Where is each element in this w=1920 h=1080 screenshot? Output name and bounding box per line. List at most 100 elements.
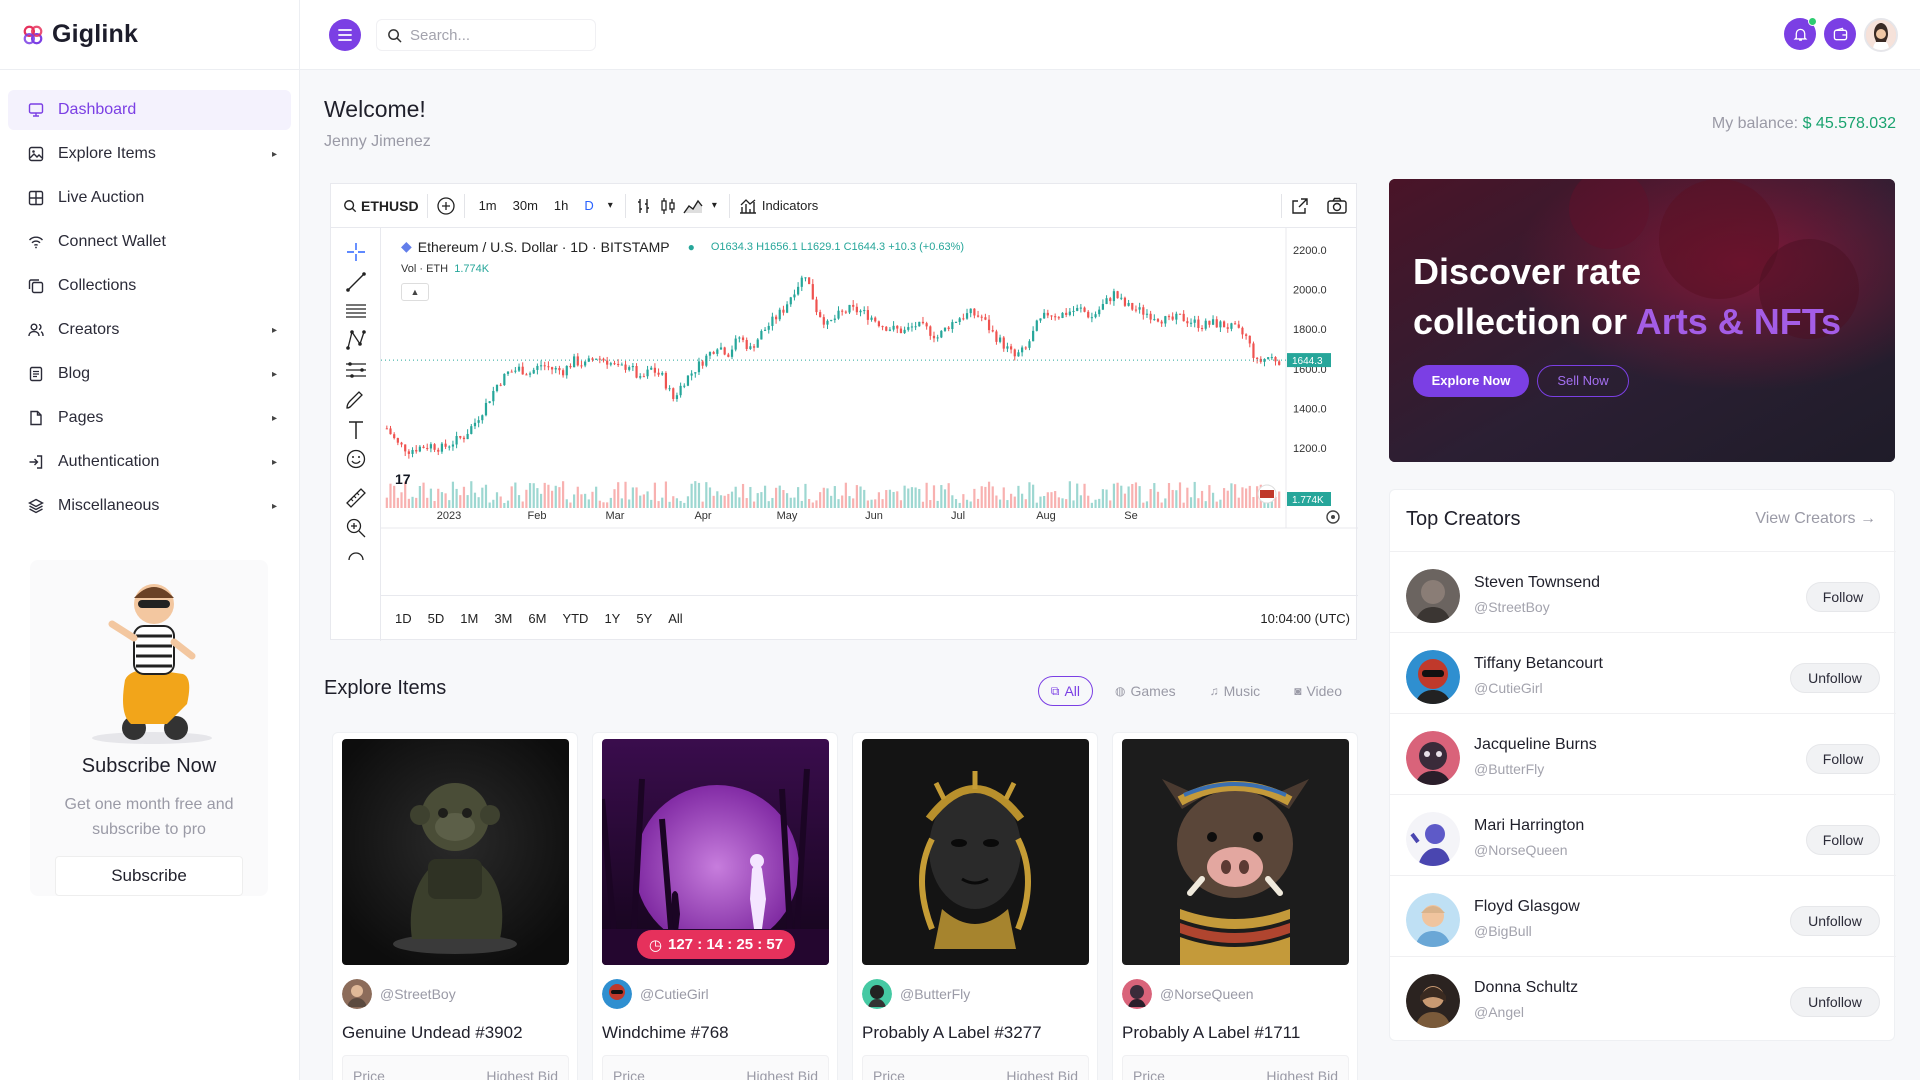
notification-button[interactable] [1784,17,1817,50]
fib-retracement-icon[interactable] [344,299,368,323]
bar-chart-icon[interactable] [634,196,654,216]
volume-bar [495,492,499,508]
subscribe-button[interactable]: Subscribe [55,856,243,896]
range-1m[interactable]: 1M [460,611,478,626]
nft-card[interactable]: ◷ 127 : 14 : 25 : 57 @CutieGirl Windchim… [592,732,838,1080]
compare-button[interactable] [428,184,464,228]
follow-button[interactable]: Follow [1806,582,1880,612]
sidebar-item-dashboard[interactable]: Dashboard [8,90,291,130]
sidebar-item-miscellaneous[interactable]: Miscellaneous ▸ [8,486,291,526]
unfollow-button[interactable]: Unfollow [1790,663,1880,693]
creator-name[interactable]: Steven Townsend [1474,574,1600,592]
sidebar-item-explore-items[interactable]: Explore Items ▸ [8,134,291,174]
creator-name[interactable]: Floyd Glasgow [1474,898,1580,916]
nft-image[interactable] [342,739,569,965]
brand[interactable]: Giglink [0,0,299,70]
interval-30m[interactable]: 30m [507,198,544,213]
brand-name: Giglink [52,20,139,48]
search-box[interactable] [376,19,596,51]
range-5y[interactable]: 5Y [636,611,652,626]
screenshot-button[interactable] [1318,184,1356,228]
sell-now-button[interactable]: Sell Now [1537,365,1629,397]
nft-image[interactable] [1122,739,1349,965]
text-tool-icon[interactable] [344,418,368,442]
brush-icon[interactable] [344,388,368,412]
filter-video[interactable]: ◙ Video [1282,676,1354,706]
wallet-button[interactable] [1824,18,1856,50]
legend-collapse-button[interactable]: ▲ [401,283,429,301]
range-1y[interactable]: 1Y [604,611,620,626]
creator-name[interactable]: Mari Harrington [1474,817,1584,835]
sidebar-item-pages[interactable]: Pages ▸ [8,398,291,438]
symbol-search[interactable]: ETHUSD [331,184,427,228]
interval-1m[interactable]: 1m [473,198,503,213]
creator-name[interactable]: Jacqueline Burns [1474,736,1597,754]
interval-1h[interactable]: 1h [548,198,574,213]
nft-title[interactable]: Windchime #768 [602,1023,729,1043]
chevron-down-icon[interactable]: ▾ [604,200,617,211]
creator-name[interactable]: Donna Schultz [1474,979,1578,997]
nft-image[interactable] [862,739,1089,965]
range-3m[interactable]: 3M [494,611,512,626]
creator-avatar[interactable] [1406,974,1460,1028]
sidebar-item-collections[interactable]: Collections [8,266,291,306]
nft-card[interactable]: @NorseQueen Probably A Label #1711 Price… [1112,732,1358,1080]
creator-avatar[interactable] [1406,731,1460,785]
range-all[interactable]: All [668,611,682,626]
explore-now-button[interactable]: Explore Now [1413,365,1529,397]
follow-button[interactable]: Follow [1806,825,1880,855]
sidebar-item-blog[interactable]: Blog ▸ [8,354,291,394]
menu-toggle-button[interactable] [329,19,361,51]
sidebar-item-live-auction[interactable]: Live Auction [8,178,291,218]
candle-chart-icon[interactable] [658,196,678,216]
crosshair-icon[interactable] [344,240,368,264]
creator-avatar[interactable] [1406,812,1460,866]
interval-d[interactable]: D [578,198,599,213]
sidebar-item-connect-wallet[interactable]: Connect Wallet [8,222,291,262]
price-chart-canvas[interactable]: 2200.02000.01800.01600.01400.01200.01644… [381,228,1358,595]
nft-title[interactable]: Probably A Label #1711 [1122,1023,1300,1043]
volume-bar [793,497,796,508]
nft-title[interactable]: Probably A Label #3277 [862,1023,1042,1043]
trend-line-icon[interactable] [344,270,368,294]
filter-games[interactable]: ◍ Games [1103,676,1188,706]
nft-card[interactable]: @ButterFly Probably A Label #3277 Price … [852,732,1098,1080]
filter-music[interactable]: ♫ Music [1198,676,1273,706]
indicators-button[interactable]: Indicators [730,184,826,228]
creator-avatar[interactable] [1406,893,1460,947]
sidebar-item-authentication[interactable]: Authentication ▸ [8,442,291,482]
creator-avatar[interactable] [1406,569,1460,623]
unfollow-button[interactable]: Unfollow [1790,906,1880,936]
zoom-in-icon[interactable] [344,516,368,540]
nft-owner[interactable]: @NorseQueen [1122,979,1254,1009]
forecast-icon[interactable] [344,358,368,382]
range-6m[interactable]: 6M [528,611,546,626]
creator-avatar[interactable] [1406,650,1460,704]
nft-image[interactable]: ◷ 127 : 14 : 25 : 57 [602,739,829,965]
ruler-icon[interactable] [344,486,368,510]
magnet-icon[interactable] [344,548,368,560]
pattern-icon[interactable] [344,328,368,352]
chart-timestamp[interactable]: 10:04:00 (UTC) [1260,611,1350,626]
filter-all[interactable]: ⧉ All [1037,676,1094,706]
nft-owner[interactable]: @ButterFly [862,979,970,1009]
view-creators-link[interactable]: View Creators → [1755,510,1876,528]
creator-name[interactable]: Tiffany Betancourt [1474,655,1603,673]
follow-button[interactable]: Follow [1806,744,1880,774]
unfollow-button[interactable]: Unfollow [1790,987,1880,1017]
nft-card[interactable]: @StreetBoy Genuine Undead #3902 Price Hi… [332,732,578,1080]
nft-owner[interactable]: @CutieGirl [602,979,709,1009]
open-external-button[interactable] [1282,184,1318,228]
range-5d[interactable]: 5D [428,611,445,626]
volume-bar [745,498,748,508]
range-1d[interactable]: 1D [395,611,412,626]
emoji-icon[interactable] [344,447,368,471]
nft-owner[interactable]: @StreetBoy [342,979,456,1009]
sidebar-item-creators[interactable]: Creators ▸ [8,310,291,350]
area-chart-icon[interactable] [682,196,704,216]
user-avatar[interactable] [1864,18,1898,52]
search-input[interactable] [410,26,590,44]
nft-title[interactable]: Genuine Undead #3902 [342,1023,523,1043]
chevron-down-icon[interactable]: ▾ [708,200,721,211]
range-ytd[interactable]: YTD [562,611,588,626]
